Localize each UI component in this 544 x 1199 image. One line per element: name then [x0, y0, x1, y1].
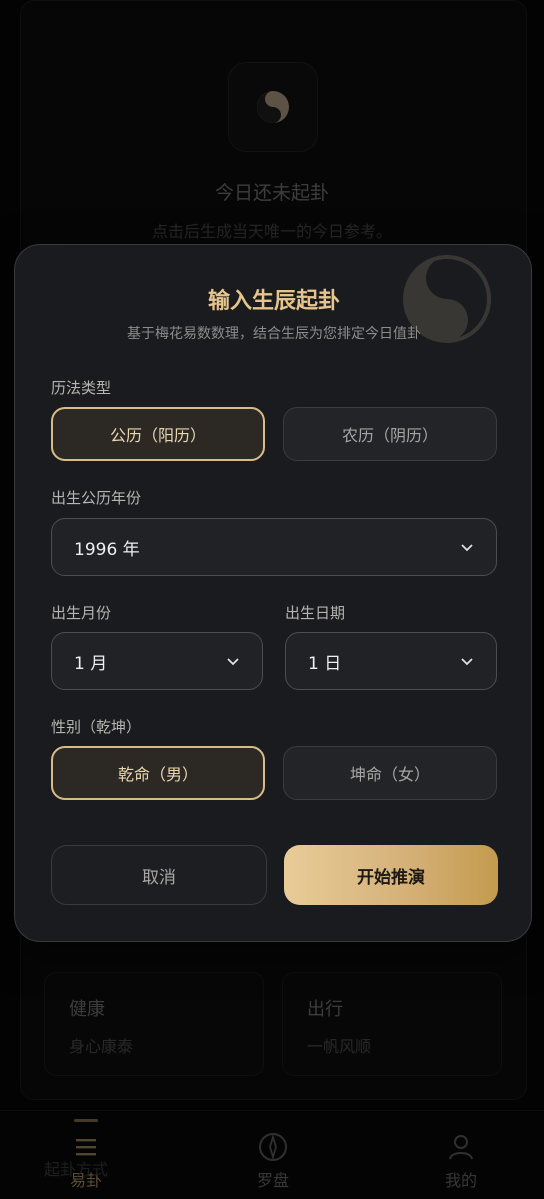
birth-month-label: 出生月份	[51, 604, 112, 622]
birth-day-select[interactable]: 1 日	[285, 632, 497, 690]
cancel-button[interactable]: 取消	[51, 845, 267, 905]
chevron-down-icon	[461, 658, 473, 666]
birth-info-dialog: 输入生辰起卦 基于梅花易数数理，结合生辰为您排定今日值卦 历法类型 公历（阳历）…	[14, 244, 532, 942]
chevron-down-icon	[227, 658, 239, 666]
birth-month-value: 1 月	[74, 653, 108, 674]
calendar-type-label: 历法类型	[51, 379, 112, 397]
app-screen: 今日还未起卦 点击后生成当天唯一的今日参考。 健康 身心康泰 出行 一帆风顺 易…	[0, 0, 544, 1199]
gender-male-option[interactable]: 乾命（男）	[51, 746, 265, 800]
birth-year-value: 1996 年	[74, 539, 140, 560]
calendar-solar-option[interactable]: 公历（阳历）	[51, 407, 265, 461]
birth-year-select[interactable]: 1996 年	[51, 518, 497, 576]
start-divination-button[interactable]: 开始推演	[284, 845, 498, 905]
dialog-title: 输入生辰起卦	[207, 288, 340, 314]
birth-year-label: 出生公历年份	[51, 489, 142, 507]
calendar-lunar-option[interactable]: 农历（阴历）	[283, 407, 497, 461]
birth-month-select[interactable]: 1 月	[51, 632, 263, 690]
birth-day-label: 出生日期	[285, 604, 346, 622]
birth-day-value: 1 日	[308, 653, 342, 674]
gender-female-option[interactable]: 坤命（女）	[283, 746, 497, 800]
chevron-down-icon	[461, 544, 473, 552]
gender-label: 性别（乾坤）	[51, 718, 142, 736]
dialog-subtitle: 基于梅花易数数理，结合生辰为您排定今日值卦	[127, 326, 421, 342]
